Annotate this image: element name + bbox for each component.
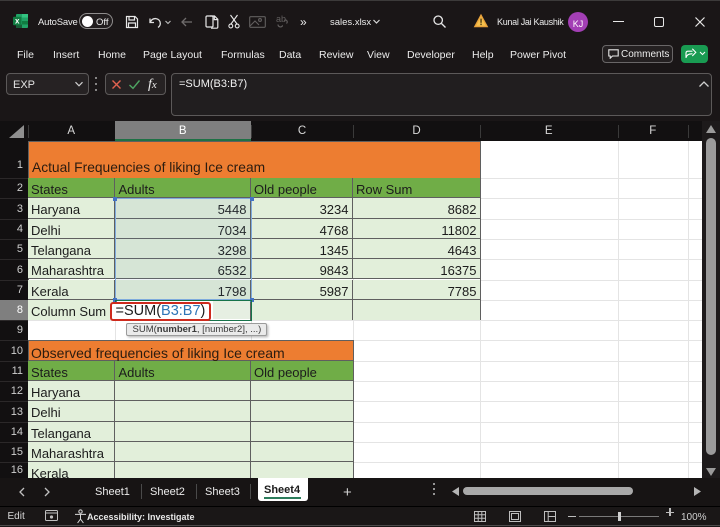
svg-text:x: x <box>15 17 20 26</box>
svg-text:ab: ab <box>276 14 286 24</box>
